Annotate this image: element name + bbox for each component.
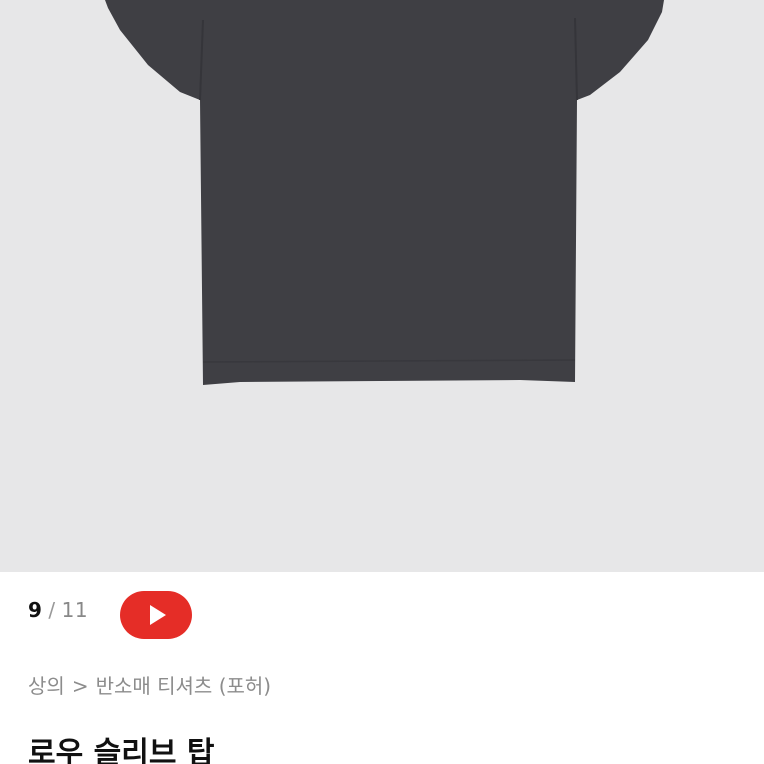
breadcrumb-separator: > — [71, 674, 89, 698]
video-play-button[interactable] — [119, 590, 193, 640]
breadcrumb-subcategory[interactable]: 반소매 티셔츠 (포허) — [96, 674, 272, 698]
breadcrumb: 상의 > 반소매 티셔츠 (포허) — [28, 670, 271, 699]
image-counter-total: 11 — [61, 598, 89, 622]
tshirt-body — [105, 0, 664, 385]
breadcrumb-category[interactable]: 상의 — [28, 674, 65, 698]
product-title: 로우 슬리브 탑 — [28, 736, 215, 764]
youtube-play-icon — [120, 591, 192, 639]
image-counter: 9/11 — [28, 598, 88, 622]
image-counter-separator: / — [48, 598, 56, 622]
product-detail-page: 9/11 상의 > 반소매 티셔츠 (포허) 로우 슬리브 탑 — [0, 0, 764, 764]
image-counter-current: 9 — [28, 598, 43, 622]
product-image[interactable] — [0, 0, 764, 572]
gallery-bar: 9/11 — [0, 572, 764, 662]
tshirt-illustration — [105, 0, 664, 385]
